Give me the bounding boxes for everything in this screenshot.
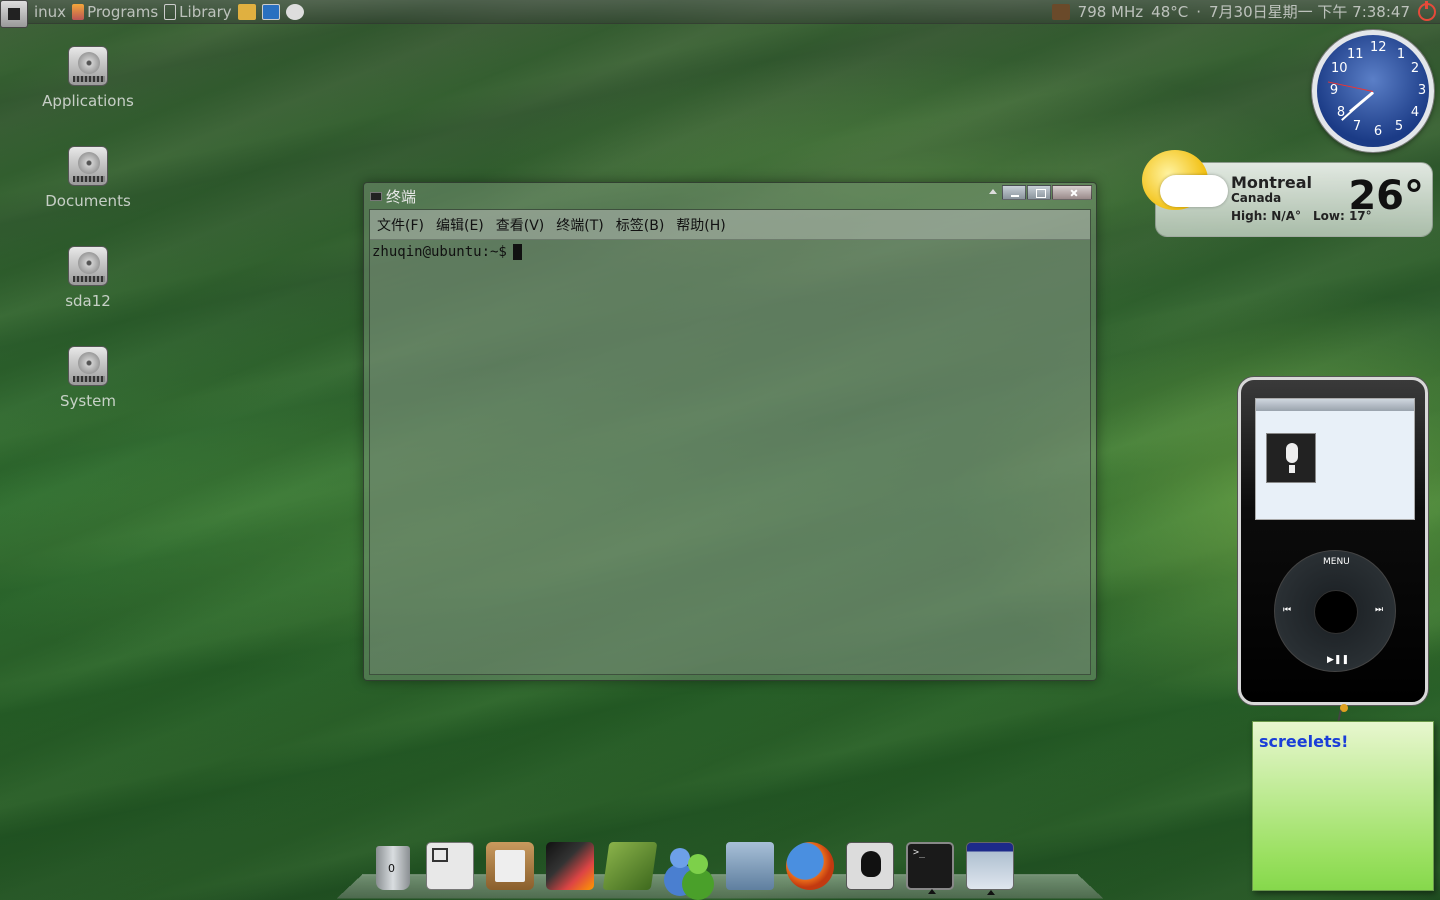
weather-temperature: 26° (1348, 173, 1424, 219)
shell-prompt: zhuqin@ubuntu:~$ (372, 244, 507, 260)
dock (372, 838, 1014, 895)
weather-high: High: N/A° (1231, 209, 1301, 223)
click-wheel[interactable]: MENU ⏮ ⏭ ▶❚❚ (1274, 550, 1396, 672)
analog-clock-widget[interactable]: 12 1 2 3 4 5 6 7 8 9 10 11 (1312, 30, 1434, 152)
desktop-icon-applications[interactable]: Applications (28, 46, 148, 110)
text-cursor (512, 244, 522, 260)
desktop-icon-documents[interactable]: Documents (28, 146, 148, 210)
play-pause-icon[interactable]: ▶❚❚ (1327, 655, 1349, 665)
main-menu-button[interactable] (0, 0, 28, 28)
close-button[interactable] (1052, 185, 1092, 200)
ipod-screen-bar (1256, 399, 1414, 411)
maximize-button[interactable] (1027, 185, 1051, 200)
clock-number: 12 (1370, 40, 1387, 55)
weather-city: Montreal (1231, 173, 1312, 192)
hard-drive-icon (68, 146, 108, 186)
shade-button[interactable] (985, 185, 1001, 200)
notes-launcher-icon[interactable] (237, 4, 256, 20)
terminal-window[interactable]: 终端 文件(F) 编辑(E) 查看(V) 终端(T) 标签(B) 帮助(H) z… (363, 182, 1097, 681)
cloud-icon (1160, 175, 1228, 207)
trash-icon[interactable] (376, 846, 410, 890)
terminal-output[interactable]: zhuqin@ubuntu:~$ (370, 240, 1090, 264)
panel-menu-programs[interactable]: Programs (72, 0, 158, 24)
desktop-icon-system[interactable]: System (28, 346, 148, 410)
hard-drive-icon (68, 246, 108, 286)
panel-menu-linux[interactable]: inux (34, 0, 66, 24)
wheel-menu-label[interactable]: MENU (1323, 557, 1350, 567)
menu-view[interactable]: 查看(V) (496, 215, 545, 235)
clock-number: 3 (1417, 83, 1427, 98)
panel-menu-library[interactable]: Library (164, 0, 232, 24)
top-panel: inux Programs Library 798 MHz 48°C · 7月3… (0, 0, 1440, 28)
show-desktop-icon[interactable] (966, 842, 1014, 895)
brush-icon (72, 4, 85, 20)
menu-edit[interactable]: 编辑(E) (436, 215, 484, 235)
clock-number: 7 (1352, 119, 1362, 134)
clock-number: 5 (1394, 119, 1404, 134)
menu-file[interactable]: 文件(F) (377, 215, 424, 235)
clock-number: 1 (1396, 47, 1406, 62)
terminal-title: 终端 (386, 187, 417, 206)
next-track-icon[interactable]: ⏭ (1375, 605, 1383, 615)
ipod-screen (1255, 398, 1415, 520)
terminal-menubar: 文件(F) 编辑(E) 查看(V) 终端(T) 标签(B) 帮助(H) (370, 210, 1090, 240)
clock-number: 6 (1373, 124, 1383, 139)
running-indicator (928, 889, 936, 894)
previous-track-icon[interactable]: ⏮ (1283, 605, 1291, 615)
clock-number: 2 (1410, 61, 1420, 76)
hard-drive-icon (68, 46, 108, 86)
ipod-widget[interactable]: MENU ⏮ ⏭ ▶❚❚ (1238, 377, 1428, 705)
clock-number: 11 (1347, 47, 1364, 62)
clock-number: 10 (1331, 61, 1348, 76)
qq-icon[interactable] (846, 842, 894, 890)
weather-country: Canada (1231, 191, 1282, 205)
library-icon (164, 4, 177, 20)
sticky-note-widget[interactable]: screelets! (1252, 721, 1434, 891)
firefox-icon[interactable] (786, 842, 834, 890)
menu-icon (8, 8, 20, 20)
microphone-icon (1266, 433, 1316, 483)
terminal-icon (370, 191, 382, 201)
clock-number: 9 (1329, 83, 1339, 98)
minimize-button[interactable] (1002, 185, 1026, 200)
menu-tabs[interactable]: 标签(B) (616, 215, 665, 235)
desktop-icon-sda12[interactable]: sda12 (28, 246, 148, 310)
separator-dot: · (1196, 3, 1201, 21)
screen-launcher-icon[interactable] (261, 4, 280, 20)
window-list-icon[interactable] (426, 842, 474, 890)
cpu-monitor-icon (1051, 4, 1070, 20)
running-indicator (987, 890, 995, 895)
panel-clock[interactable]: 7月30日星期一 下午 7:38:47 (1209, 0, 1410, 24)
clipboard-icon[interactable] (486, 842, 534, 890)
messenger-icon[interactable] (666, 842, 714, 890)
terminal-dock-icon[interactable] (906, 842, 954, 894)
cpu-frequency: 798 MHz (1077, 3, 1144, 21)
file-manager-icon[interactable] (726, 842, 774, 890)
hard-drive-icon (68, 346, 108, 386)
cpu-temperature: 48°C (1151, 3, 1189, 21)
tux-launcher-icon[interactable] (285, 4, 304, 20)
power-icon[interactable] (1418, 1, 1436, 21)
clock-number: 4 (1410, 105, 1420, 120)
matlab-icon[interactable] (546, 842, 594, 890)
book-icon[interactable] (602, 842, 658, 890)
menu-terminal[interactable]: 终端(T) (556, 215, 603, 235)
menu-help[interactable]: 帮助(H) (676, 215, 725, 235)
sticky-note-text[interactable]: screelets! (1259, 732, 1348, 751)
wheel-center-button[interactable] (1314, 590, 1358, 634)
